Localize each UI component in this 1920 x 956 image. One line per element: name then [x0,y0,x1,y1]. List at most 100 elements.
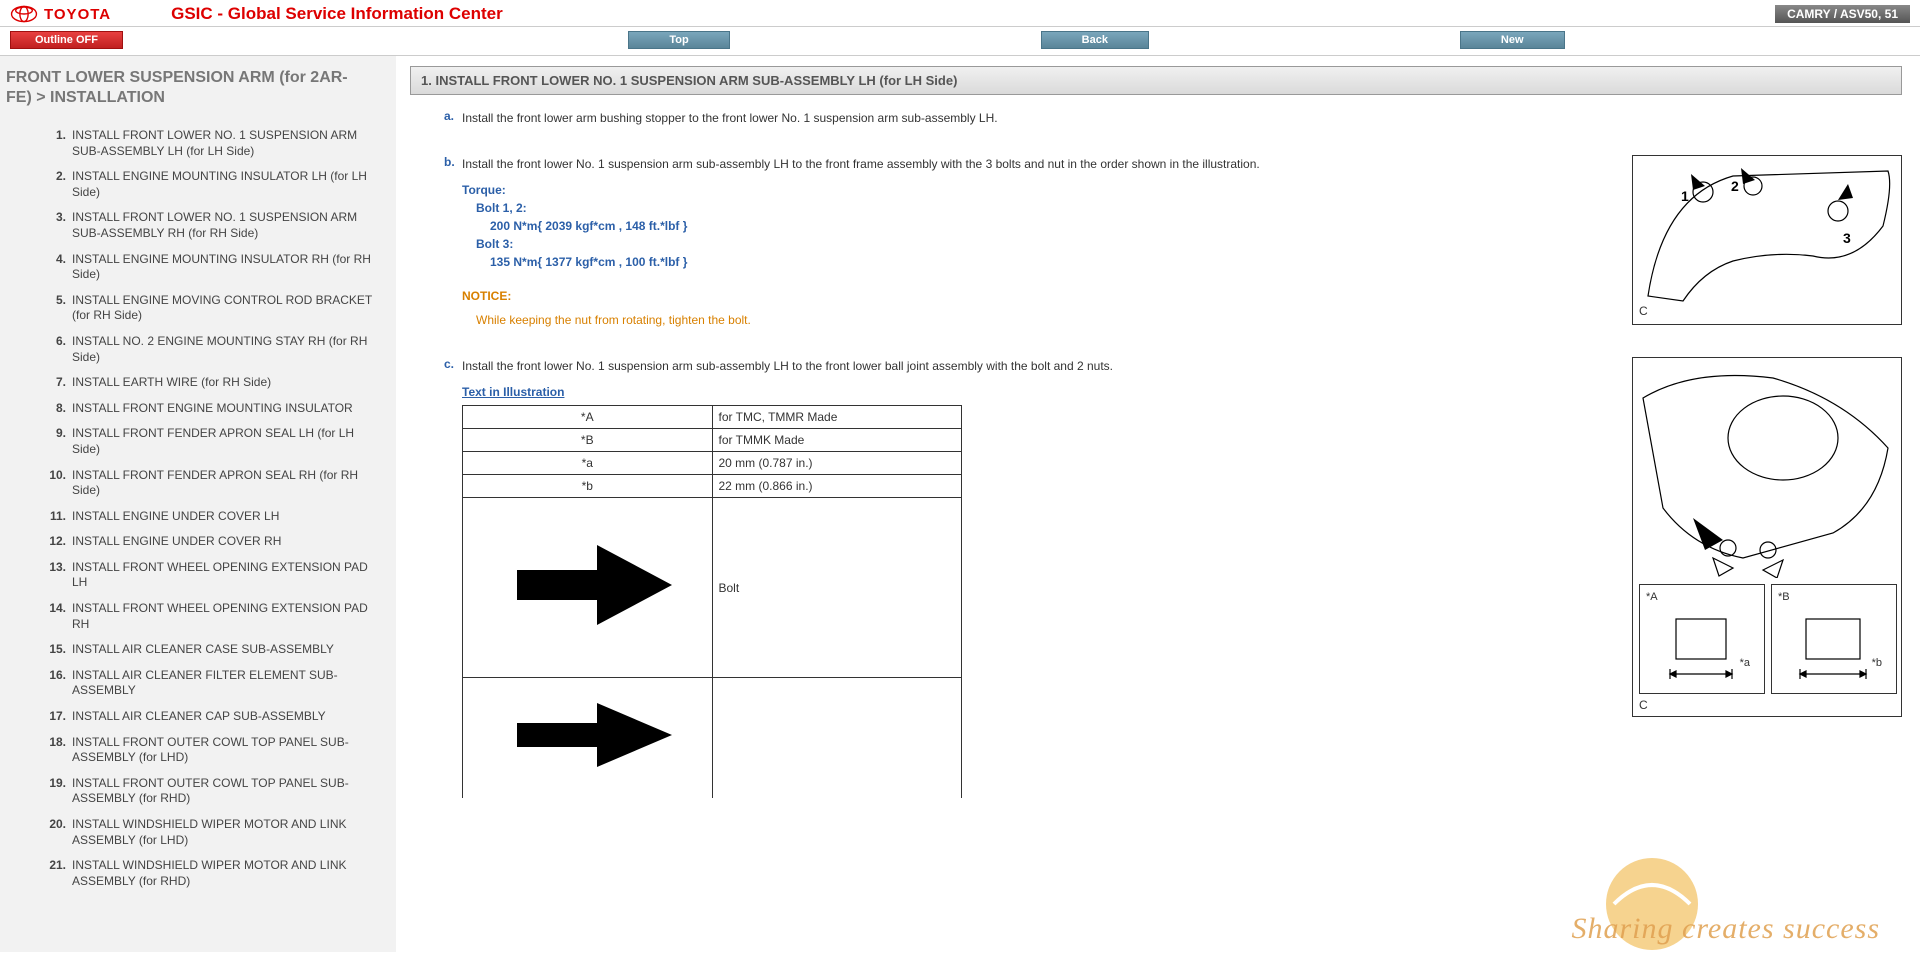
toc-text: INSTALL FRONT WHEEL OPENING EXTENSION PA… [72,601,380,632]
toc-item[interactable]: 7.INSTALL EARTH WIRE (for RH Side) [42,375,380,391]
torque-bolt3-label: Bolt 3: [462,235,1612,253]
toc-text: INSTALL AIR CLEANER CAP SUB-ASSEMBLY [72,709,326,725]
outline-toggle-button[interactable]: Outline OFF [10,31,123,49]
content-area[interactable]: 1. INSTALL FRONT LOWER NO. 1 SUSPENSION … [396,56,1920,952]
outline-sidebar[interactable]: FRONT LOWER SUSPENSION ARM (for 2AR-FE) … [0,56,396,952]
toc-item[interactable]: 1.INSTALL FRONT LOWER NO. 1 SUSPENSION A… [42,128,380,159]
torque-bolt3-value: 135 N*m{ 1377 kgf*cm , 100 ft.*lbf } [462,253,1612,271]
toc-num: 13. [42,560,66,591]
table-row: *Afor TMC, TMMR Made [463,406,962,429]
toc-item[interactable]: 20.INSTALL WINDSHIELD WIPER MOTOR AND LI… [42,817,380,848]
toc-item[interactable]: 10.INSTALL FRONT FENDER APRON SEAL RH (f… [42,468,380,499]
toc-item[interactable]: 9.INSTALL FRONT FENDER APRON SEAL LH (fo… [42,426,380,457]
bolt-head-a-icon [1640,585,1766,695]
table-key: *B [463,429,713,452]
toc-text: INSTALL AIR CLEANER CASE SUB-ASSEMBLY [72,642,334,658]
step-letter: b. [444,155,462,329]
toc-num: 18. [42,735,66,766]
illustration-c: *A *a *B *b [1632,357,1902,717]
page-title: FRONT LOWER SUSPENSION ARM (for 2AR-FE) … [2,68,380,128]
toc-text: INSTALL WINDSHIELD WIPER MOTOR AND LINK … [72,858,380,889]
toc-text: INSTALL FRONT WHEEL OPENING EXTENSION PA… [72,560,380,591]
torque-bolt12-label: Bolt 1, 2: [462,199,1612,217]
toc-list: 1. INSTALL FRONT LOWER NO. 1 SUSPENSION A… [2,128,380,889]
vehicle-badge: CAMRY / ASV50, 51 [1775,5,1910,23]
nav-button-row: Top Back New [123,31,1920,49]
table-key: *a [463,452,713,475]
callout-1: 1 [1681,186,1689,207]
toc-item[interactable]: 2.INSTALL ENGINE MOUNTING INSULATOR LH (… [42,169,380,200]
app-title: GSIC - Global Service Information Center [171,4,503,24]
toc-num: 20. [42,817,66,848]
toc-item[interactable]: 15.INSTALL AIR CLEANER CASE SUB-ASSEMBLY [42,642,380,658]
table-row: *b22 mm (0.866 in.) [463,475,962,498]
table-row: Bolt [463,498,962,678]
toc-text: INSTALL FRONT FENDER APRON SEAL RH (for … [72,468,380,499]
toc-text: INSTALL ENGINE MOUNTING INSULATOR LH (fo… [72,169,380,200]
illustration-key-table: *Afor TMC, TMMR Made *Bfor TMMK Made *a2… [462,405,962,798]
notice-text: While keeping the nut from rotating, tig… [462,311,1612,329]
step-text: Install the front lower No. 1 suspension… [462,157,1260,171]
step-body: Install the front lower No. 1 suspension… [462,357,1902,798]
toc-item[interactable]: 19.INSTALL FRONT OUTER COWL TOP PANEL SU… [42,776,380,807]
toc-item[interactable]: 5.INSTALL ENGINE MOVING CONTROL ROD BRAC… [42,293,380,324]
toc-num: 21. [42,858,66,889]
text-in-illustration-label: Text in Illustration [462,383,1612,401]
toc-item[interactable]: 18.INSTALL FRONT OUTER COWL TOP PANEL SU… [42,735,380,766]
toc-item[interactable]: 12.INSTALL ENGINE UNDER COVER RH [42,534,380,550]
top-button[interactable]: Top [628,31,729,49]
toc-item[interactable]: 8.INSTALL FRONT ENGINE MOUNTING INSULATO… [42,401,380,417]
toc-text: INSTALL FRONT LOWER NO. 1 SUSPENSION ARM… [72,210,380,241]
step-letter: a. [444,109,462,127]
table-icon-cell [463,678,713,798]
back-button[interactable]: Back [1041,31,1149,49]
toc-num: 5. [42,293,66,324]
toc-item[interactable]: 14.INSTALL FRONT WHEEL OPENING EXTENSION… [42,601,380,632]
toc-num: 1. [42,128,66,159]
toc-num: 9. [42,426,66,457]
detail-box-a: *A *a [1639,584,1765,694]
toc-item[interactable]: 17.INSTALL AIR CLEANER CAP SUB-ASSEMBLY [42,709,380,725]
main-layout: FRONT LOWER SUSPENSION ARM (for 2AR-FE) … [0,56,1920,952]
toc-text: INSTALL WINDSHIELD WIPER MOTOR AND LINK … [72,817,380,848]
table-row: *Bfor TMMK Made [463,429,962,452]
bolt-arrow-icon [497,535,677,635]
app-header: TOYOTA GSIC - Global Service Information… [0,0,1920,27]
toc-item[interactable]: 4.INSTALL ENGINE MOUNTING INSULATOR RH (… [42,252,380,283]
notice-label: NOTICE: [462,287,1612,305]
torque-bolt12-value: 200 N*m{ 2039 kgf*cm , 148 ft.*lbf } [462,217,1612,235]
step-letter: c. [444,357,462,798]
table-value [712,678,962,798]
dimension-label: *a [1740,655,1750,672]
illus-label: C [1639,302,1648,320]
toc-item[interactable]: 13.INSTALL FRONT WHEEL OPENING EXTENSION… [42,560,380,591]
new-button[interactable]: New [1460,31,1565,49]
suspension-arm-diagram-icon [1633,156,1903,326]
toc-item[interactable]: 21.INSTALL WINDSHIELD WIPER MOTOR AND LI… [42,858,380,889]
toc-text: INSTALL FRONT FENDER APRON SEAL LH (for … [72,426,380,457]
toc-item[interactable]: 6.INSTALL NO. 2 ENGINE MOUNTING STAY RH … [42,334,380,365]
nut-arrow-icon [497,695,677,775]
dimension-label: *b [1872,655,1882,672]
step-text: Install the front lower arm bushing stop… [462,111,998,125]
brand-name: TOYOTA [44,6,111,23]
table-value: Bolt [712,498,962,678]
step-text: Install the front lower No. 1 suspension… [462,359,1113,373]
table-row [463,678,962,798]
step-c: c. Install the front lower No. 1 suspens… [444,357,1902,798]
toc-num: 3. [42,210,66,241]
sub-nav: Outline OFF Top Back New [0,27,1920,56]
toc-text: INSTALL FRONT ENGINE MOUNTING INSULATOR [72,401,353,417]
table-value: for TMMK Made [712,429,962,452]
step-a: a. Install the front lower arm bushing s… [444,109,1902,127]
torque-block: Torque: Bolt 1, 2: 200 N*m{ 2039 kgf*cm … [462,181,1612,271]
toc-text: INSTALL EARTH WIRE (for RH Side) [72,375,271,391]
table-value: for TMC, TMMR Made [712,406,962,429]
toc-item[interactable]: 16.INSTALL AIR CLEANER FILTER ELEMENT SU… [42,668,380,699]
illustration-b: 1 2 3 C [1632,155,1902,325]
toc-item[interactable]: 3.INSTALL FRONT LOWER NO. 1 SUSPENSION A… [42,210,380,241]
toc-item[interactable]: 11.INSTALL ENGINE UNDER COVER LH [42,509,380,525]
table-key: *A [463,406,713,429]
toc-num: 6. [42,334,66,365]
toc-num: 19. [42,776,66,807]
